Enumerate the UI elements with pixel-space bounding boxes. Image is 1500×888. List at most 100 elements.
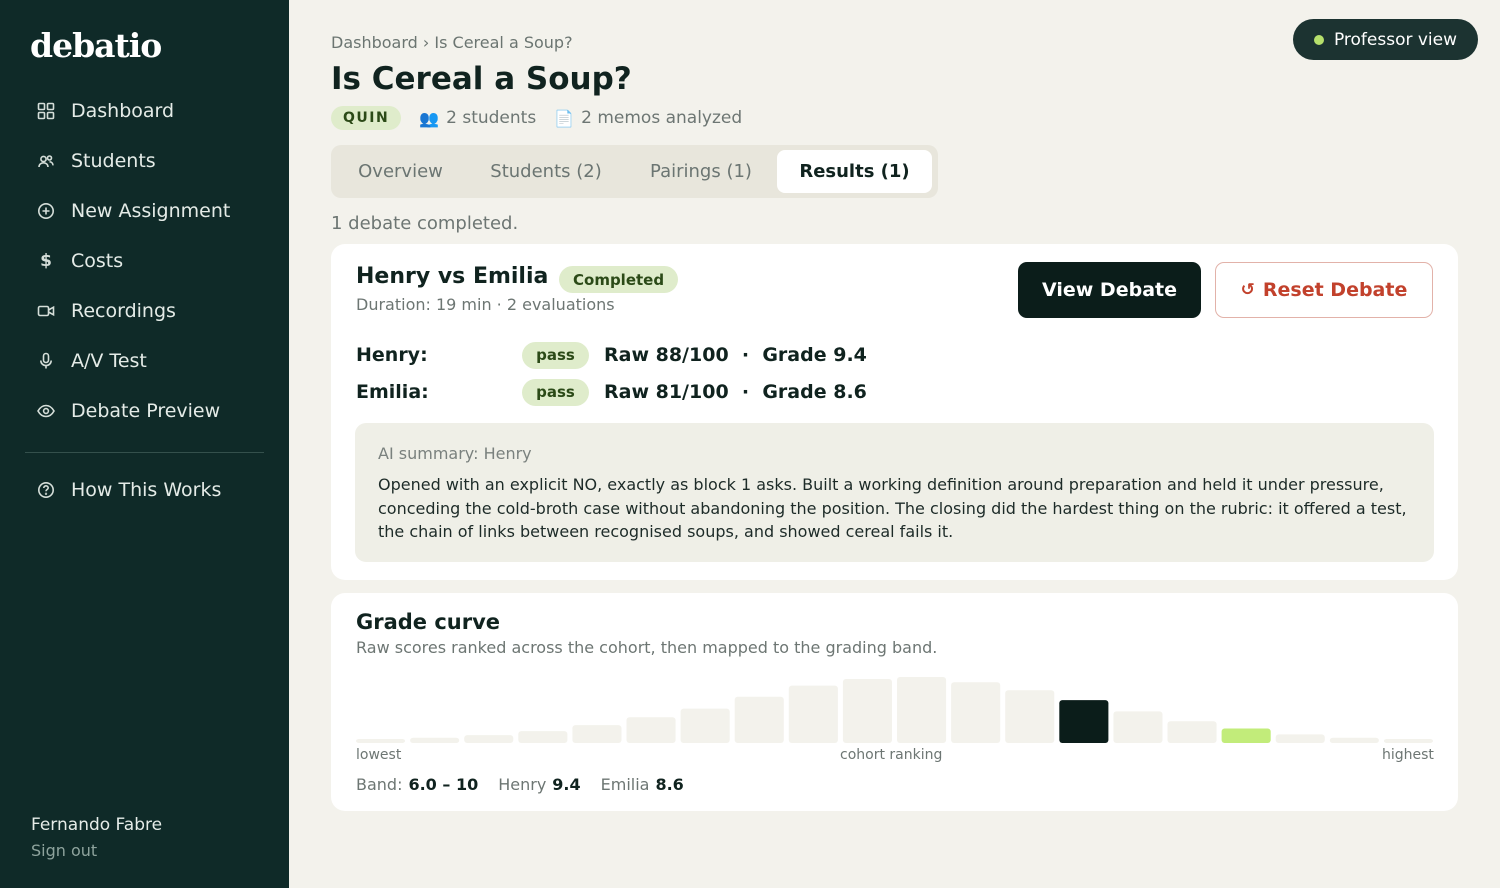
assignment-meta: QUIN 👥 2 students 📄 2 memos analyzed [331, 104, 742, 132]
student-name: Emilia: [356, 381, 429, 403]
page-title: Is Cereal a Soup? [331, 61, 632, 97]
ai-summary-title: AI summary: Henry [378, 444, 532, 463]
student-name: Henry: [356, 344, 428, 366]
dollar-icon: $ [40, 251, 52, 271]
document-icon: 📄 [554, 108, 575, 128]
sidebar: debatio Dashboard Students New Assignmen… [0, 0, 289, 888]
results-summary: 1 debate completed. [331, 213, 519, 234]
curve-bar [356, 739, 406, 743]
sidebar-item-label: Students [71, 150, 156, 172]
students-count: 👥 2 students [419, 108, 536, 128]
curve-bar [951, 682, 1001, 743]
grade-band-legend: Band: 6.0 – 10 Henry 9.4 Emilia 8.6 [356, 775, 684, 794]
grid-icon [36, 101, 56, 121]
grade-curve-chart [356, 677, 1433, 743]
curve-bar [626, 717, 676, 743]
users-icon [36, 151, 56, 171]
sidebar-item-label: Recordings [71, 300, 176, 322]
debate-result-card: Henry vs Emilia Completed Duration: 19 m… [331, 244, 1458, 580]
henry-grade: 9.4 [552, 775, 581, 794]
sidebar-item-label: A/V Test [71, 350, 147, 372]
grade-curve-title: Grade curve [356, 610, 501, 634]
sidebar-item-label: Dashboard [71, 100, 175, 122]
score-row-henry: Henry: pass Raw 88/100 · Grade 9.4 [356, 341, 1056, 369]
curve-bar [1113, 711, 1163, 743]
help-circle-icon [36, 480, 56, 500]
axis-label-cohort-ranking: cohort ranking [840, 747, 943, 763]
pass-badge: pass [522, 341, 589, 369]
curve-bar [464, 735, 514, 743]
sidebar-item-dashboard[interactable]: Dashboard [36, 96, 174, 126]
curve-bar [788, 685, 838, 743]
tab-overview[interactable]: Overview [337, 150, 464, 193]
sidebar-item-label: How This Works [71, 479, 222, 501]
emilia-label: Emilia [600, 775, 650, 794]
grade-curve-subtitle: Raw scores ranked across the cohort, the… [356, 638, 938, 657]
pass-badge: pass [522, 378, 589, 406]
sidebar-item-debate-preview[interactable]: Debate Preview [36, 396, 220, 426]
sidebar-item-label: New Assignment [71, 200, 231, 222]
ai-summary-box: AI summary: Henry Opened with an explici… [355, 423, 1434, 562]
professor-view-toggle[interactable]: Professor view [1293, 19, 1478, 60]
curve-bar [1329, 737, 1379, 743]
microphone-icon [36, 351, 56, 371]
grade-curve-card: Grade curve Raw scores ranked across the… [331, 593, 1458, 811]
sign-out-link[interactable]: Sign out [31, 841, 97, 860]
people-icon: 👥 [419, 108, 440, 128]
reset-debate-button[interactable]: ↺ Reset Debate [1215, 262, 1433, 318]
curve-bar [1383, 739, 1433, 743]
score-text: Raw 81/100 · Grade 8.6 [604, 381, 867, 403]
professor-view-label: Professor view [1333, 29, 1458, 50]
sidebar-item-costs[interactable]: $ Costs [36, 246, 123, 276]
memos-count: 📄 2 memos analyzed [554, 108, 742, 128]
curve-bar [410, 737, 460, 743]
score-text: Raw 88/100 · Grade 9.4 [604, 344, 867, 366]
curve-bar [518, 731, 568, 743]
tab-results[interactable]: Results (1) [777, 150, 932, 193]
debate-duration: Duration: 19 min · 2 evaluations [356, 295, 615, 314]
sidebar-item-recordings[interactable]: Recordings [36, 296, 176, 326]
sidebar-item-how-this-works[interactable]: How This Works [36, 475, 221, 505]
tab-students[interactable]: Students (2) [471, 150, 621, 193]
curve-bar [1167, 721, 1217, 743]
axis-label-lowest: lowest [356, 747, 402, 763]
sidebar-item-av-test[interactable]: A/V Test [36, 346, 147, 376]
assignment-tag: QUIN [331, 106, 402, 130]
debate-title: Henry vs Emilia [356, 264, 549, 289]
band-label: Band: [356, 775, 403, 794]
axis-label-highest: highest [1382, 747, 1434, 763]
score-row-emilia: Emilia: pass Raw 81/100 · Grade 8.6 [356, 378, 1056, 406]
user-name: Fernando Fabre [31, 815, 163, 835]
status-dot-icon [1313, 34, 1324, 45]
memos-count-label: 2 memos analyzed [581, 108, 743, 128]
breadcrumb[interactable]: Dashboard › Is Cereal a Soup? [331, 33, 573, 52]
band-value: 6.0 – 10 [408, 775, 479, 794]
students-count-label: 2 students [446, 108, 537, 128]
sidebar-item-label: Costs [71, 250, 124, 272]
sidebar-item-label: Debate Preview [71, 400, 221, 422]
curve-bar [1005, 690, 1055, 743]
curve-bar [897, 677, 947, 743]
emilia-grade: 8.6 [655, 775, 684, 794]
tab-bar: Overview Students (2) Pairings (1) Resul… [331, 145, 938, 198]
curve-bar [1275, 734, 1325, 743]
status-badge: Completed [559, 266, 679, 293]
curve-bar [680, 708, 730, 743]
reset-icon: ↺ [1240, 280, 1255, 300]
plus-circle-icon [36, 201, 56, 221]
henry-label: Henry [498, 775, 547, 794]
sidebar-item-students[interactable]: Students [36, 146, 156, 176]
ai-summary-text: Opened with an explicit NO, exactly as b… [378, 475, 1407, 541]
sidebar-item-new-assignment[interactable]: New Assignment [36, 196, 230, 226]
reset-debate-label: Reset Debate [1262, 279, 1408, 301]
app-logo[interactable]: debatio [30, 26, 162, 65]
tab-pairings[interactable]: Pairings (1) [628, 150, 774, 193]
curve-bar [734, 696, 784, 743]
curve-bar-emilia [1221, 728, 1271, 743]
curve-bar [572, 725, 622, 743]
curve-bar [842, 678, 892, 743]
view-debate-button[interactable]: View Debate [1018, 262, 1201, 318]
sidebar-divider [25, 452, 264, 453]
eye-icon [36, 401, 56, 421]
curve-bar-henry [1059, 700, 1109, 743]
